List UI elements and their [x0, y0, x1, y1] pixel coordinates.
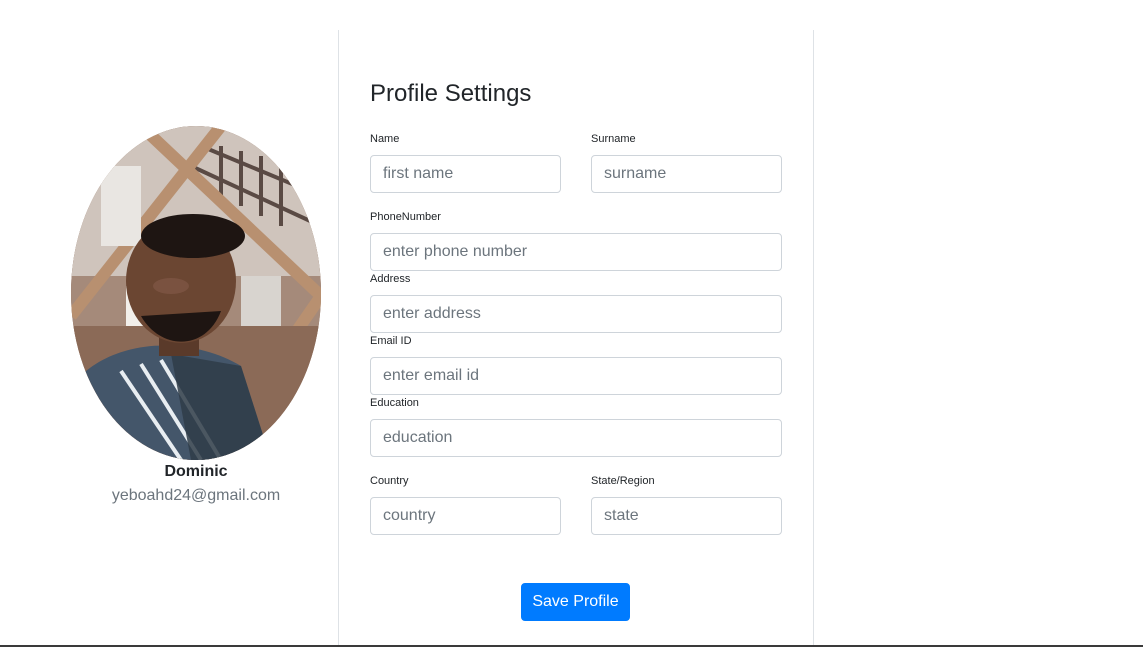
state-input[interactable]	[591, 497, 782, 535]
page: Dominic yeboahd24@gmail.com Profile Sett…	[0, 0, 1143, 647]
education-label: Education	[370, 397, 419, 409]
save-profile-button[interactable]: Save Profile	[521, 583, 630, 621]
country-label: Country	[370, 475, 409, 487]
phone-input[interactable]	[370, 233, 782, 271]
name-label: Name	[370, 133, 400, 145]
profile-email: yeboahd24@gmail.com	[111, 487, 281, 504]
profile-name: Dominic	[164, 463, 228, 480]
state-label: State/Region	[591, 475, 655, 487]
country-input[interactable]	[370, 497, 561, 535]
avatar	[71, 126, 321, 460]
page-title: Profile Settings	[370, 80, 532, 107]
phone-label: PhoneNumber	[370, 211, 441, 223]
address-input[interactable]	[370, 295, 782, 333]
address-label: Address	[370, 273, 411, 285]
surname-label: Surname	[591, 133, 636, 145]
education-input[interactable]	[370, 419, 782, 457]
profile-panel: Dominic yeboahd24@gmail.com	[0, 30, 339, 647]
avatar-photo	[71, 126, 321, 460]
email-label: Email ID	[370, 335, 412, 347]
first-name-input[interactable]	[370, 155, 561, 193]
email-input[interactable]	[370, 357, 782, 395]
surname-input[interactable]	[591, 155, 782, 193]
profile-settings-panel: Profile Settings Name Surname PhoneNumbe…	[339, 30, 814, 647]
